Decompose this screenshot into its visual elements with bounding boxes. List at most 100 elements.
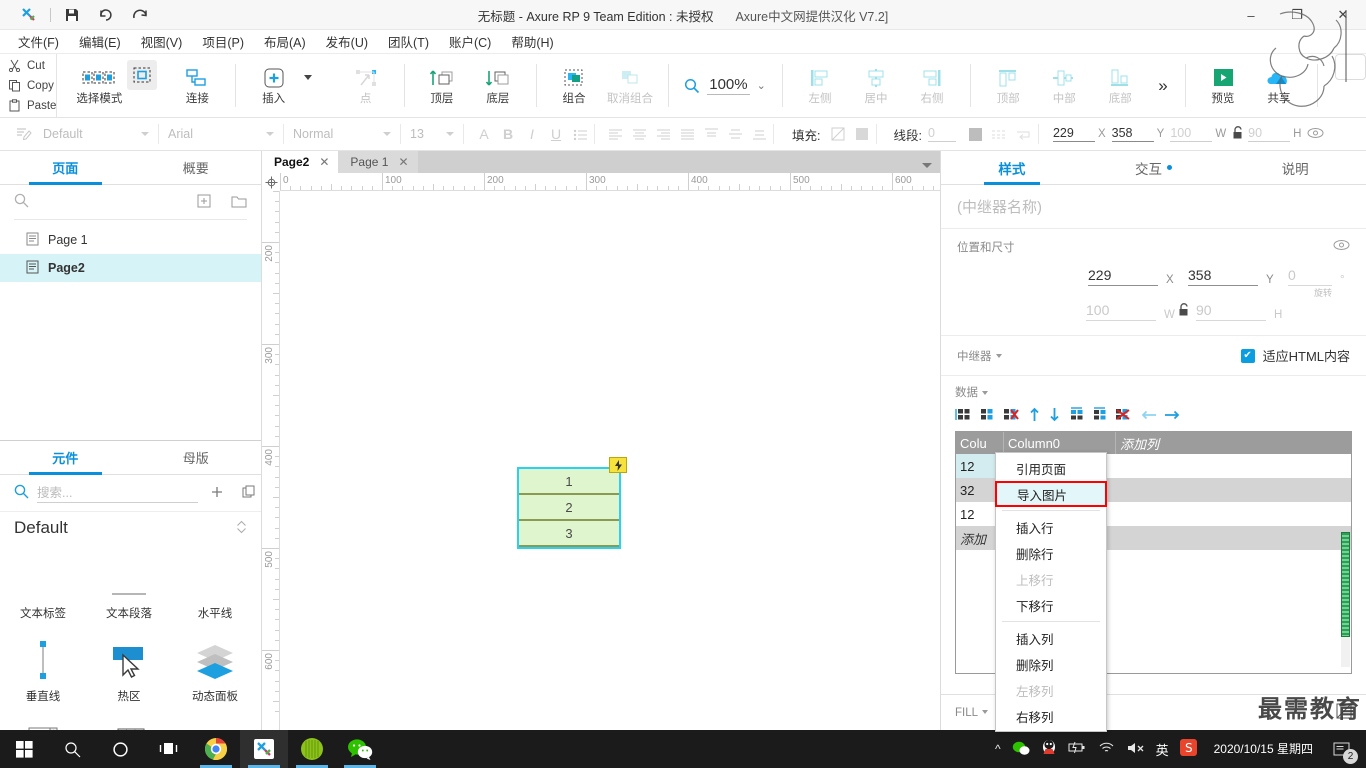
canvas-tab-page1[interactable]: Page 1 ✕	[338, 151, 418, 173]
ctx-move-column-right[interactable]: 右移列	[996, 703, 1106, 729]
minimize-button[interactable]: –	[1228, 0, 1274, 30]
taskbar-app-wechat-icon[interactable]	[336, 730, 384, 768]
data-column-header[interactable]: Colu	[956, 432, 1004, 454]
widget-hotspot[interactable]: 热区	[86, 631, 172, 714]
fit-html-checkbox[interactable]: ✔	[1240, 348, 1255, 363]
line-color-icon[interactable]	[964, 123, 988, 145]
text-align-left-icon[interactable]	[603, 123, 627, 145]
toolbar-search-box[interactable]	[1335, 54, 1366, 80]
align-left-button[interactable]: 左侧	[792, 58, 848, 114]
cortana-icon[interactable]	[96, 730, 144, 768]
data-cell[interactable]	[1116, 502, 1351, 526]
tab-outline[interactable]: 概要	[131, 151, 262, 184]
menu-edit[interactable]: 编辑(E)	[69, 30, 131, 53]
group-button[interactable]: 组合	[546, 58, 602, 114]
task-view-icon[interactable]	[144, 730, 192, 768]
tab-widgets[interactable]: 元件	[0, 441, 131, 475]
ctx-insert-row[interactable]: 插入行	[996, 514, 1106, 540]
ruler-origin-button[interactable]	[262, 173, 280, 191]
widget-horizontal-line[interactable]: 水平线	[172, 548, 258, 631]
line-style-icon[interactable]	[988, 123, 1012, 145]
ctx-move-row-down[interactable]: 下移行	[996, 592, 1106, 618]
library-group-header[interactable]: Default	[0, 511, 261, 544]
copy-button[interactable]: Copy	[8, 76, 56, 95]
text-align-justify-icon[interactable]	[675, 123, 699, 145]
repeater-row[interactable]: 1	[519, 469, 619, 495]
ctx-insert-column[interactable]: 插入列	[996, 625, 1106, 651]
close-icon[interactable]: ✕	[319, 155, 329, 169]
taskbar-search-icon[interactable]	[48, 730, 96, 768]
align-center-button[interactable]: 居中	[848, 58, 904, 114]
add-row-below-icon[interactable]	[1092, 407, 1108, 425]
font-weight-select[interactable]: Normal	[286, 123, 398, 145]
data-cell[interactable]	[1116, 478, 1351, 502]
widget-name-field[interactable]: (中继器名称)	[941, 185, 1366, 229]
inspector-x-field[interactable]: 229	[1088, 267, 1158, 286]
menu-publish[interactable]: 发布(U)	[316, 30, 378, 53]
ctx-delete-row[interactable]: 删除行	[996, 540, 1106, 566]
point-button[interactable]: 点	[338, 58, 394, 114]
undo-icon[interactable]	[89, 2, 123, 28]
select-mode-button[interactable]: 选择模式	[71, 58, 127, 114]
format-x-field[interactable]: 229	[1052, 126, 1095, 142]
sogou-icon[interactable]: S	[1179, 739, 1197, 759]
zoom-caret-icon[interactable]: ⌄	[757, 79, 766, 92]
menu-layout[interactable]: 布局(A)	[254, 30, 316, 53]
taskbar-clock[interactable]: 2020/10/15 星期四	[1214, 742, 1313, 756]
interaction-lightning-icon[interactable]	[609, 457, 627, 473]
tab-masters[interactable]: 母版	[131, 441, 262, 474]
bullet-list-icon[interactable]	[568, 123, 592, 145]
text-align-right-icon[interactable]	[651, 123, 675, 145]
align-right-button[interactable]: 右侧	[904, 58, 960, 114]
data-cell[interactable]	[1116, 454, 1351, 478]
move-row-up-icon[interactable]	[1029, 407, 1040, 425]
page-item-page2[interactable]: Page2	[0, 254, 261, 282]
ctx-reference-page[interactable]: 引用页面	[996, 455, 1106, 481]
move-row-down-icon[interactable]	[1049, 407, 1060, 425]
format-y-field[interactable]: 358	[1111, 126, 1154, 142]
align-bottom-button[interactable]: 底部	[1092, 58, 1148, 114]
line-width-field[interactable]: 0	[927, 126, 956, 142]
repeater-row[interactable]: 2	[519, 495, 619, 521]
redo-icon[interactable]	[123, 2, 157, 28]
preview-button[interactable]: 预览	[1195, 58, 1251, 114]
tab-style[interactable]: 样式	[941, 151, 1083, 185]
menu-team[interactable]: 团队(T)	[378, 30, 439, 53]
maximize-button[interactable]: ❐	[1274, 0, 1320, 30]
tab-notes[interactable]: 说明	[1224, 151, 1366, 184]
bring-front-button[interactable]: 顶层	[414, 58, 470, 114]
taskbar-app-green-icon[interactable]	[288, 730, 336, 768]
battery-icon[interactable]	[1068, 741, 1087, 757]
widget-dynamic-panel[interactable]: 动态面板	[172, 631, 258, 714]
scrollbar-thumb[interactable]	[1341, 532, 1350, 637]
ctx-import-image[interactable]: 导入图片	[995, 481, 1107, 507]
style-select[interactable]: Default	[36, 123, 156, 145]
add-column-right-icon[interactable]	[979, 407, 996, 425]
valign-middle-icon[interactable]	[723, 123, 747, 145]
menu-file[interactable]: 文件(F)	[8, 30, 69, 53]
font-family-select[interactable]: Arial	[161, 123, 281, 145]
search-icon[interactable]	[14, 484, 29, 502]
wechat-tray-icon[interactable]	[1012, 740, 1030, 759]
data-column-header[interactable]: Column0	[1004, 432, 1116, 454]
tray-expand-chevron-icon[interactable]: ^	[995, 742, 1001, 756]
chevron-down-icon[interactable]	[982, 710, 989, 715]
italic-button[interactable]: I	[520, 123, 544, 145]
volume-mute-icon[interactable]	[1126, 741, 1145, 758]
data-cell[interactable]	[1116, 526, 1351, 550]
font-color-icon[interactable]: A	[472, 123, 496, 145]
align-top-button[interactable]: 顶部	[980, 58, 1036, 114]
search-icon[interactable]	[14, 193, 29, 211]
add-page-icon[interactable]	[197, 194, 211, 211]
add-column-left-icon[interactable]	[955, 407, 972, 425]
paste-button[interactable]: Paste	[8, 96, 56, 115]
inspector-rotation-field[interactable]: 0	[1288, 267, 1332, 286]
library-search-input[interactable]	[37, 483, 198, 503]
windows-start-icon[interactable]	[0, 730, 48, 768]
ime-indicator[interactable]: 英	[1156, 740, 1169, 759]
add-row-above-icon[interactable]	[1069, 407, 1085, 425]
chevron-down-icon[interactable]	[982, 390, 988, 395]
widget-text-paragraph[interactable]: 文本段落	[86, 548, 172, 631]
repeater-row[interactable]: 3	[519, 521, 619, 547]
connect-button[interactable]: 连接	[169, 58, 225, 114]
